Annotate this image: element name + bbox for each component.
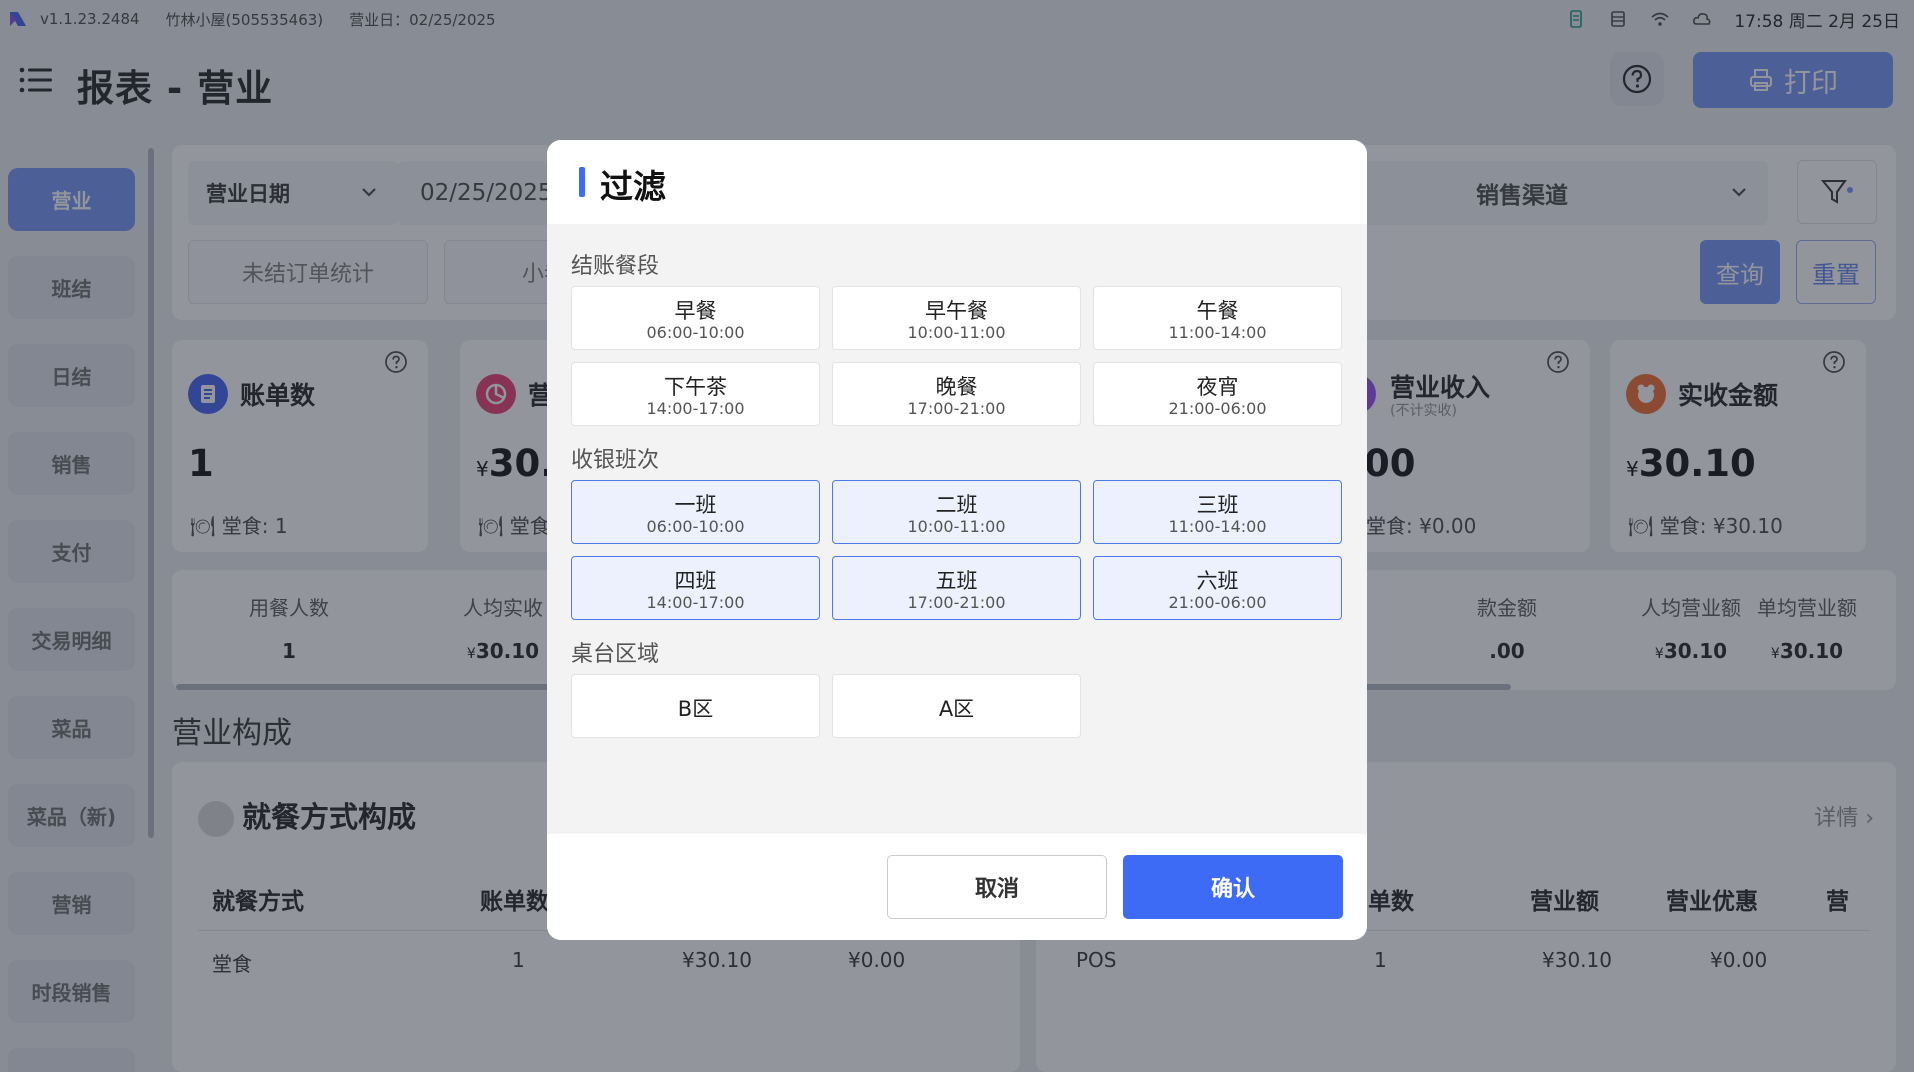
option-name: 早餐 bbox=[674, 299, 717, 323]
shift-option-5[interactable]: 五班 17:00-21:00 bbox=[832, 556, 1081, 620]
dialog-footer: 取消 确认 bbox=[547, 834, 1367, 940]
area-option-a[interactable]: A区 bbox=[832, 674, 1081, 738]
option-time: 17:00-21:00 bbox=[907, 399, 1006, 418]
option-time: 11:00-14:00 bbox=[1168, 517, 1267, 536]
option-name: 二班 bbox=[935, 493, 978, 517]
option-name: 早午餐 bbox=[925, 299, 988, 323]
option-time: 21:00-06:00 bbox=[1168, 593, 1267, 612]
area-option-b[interactable]: B区 bbox=[571, 674, 820, 738]
meal-option-breakfast[interactable]: 早餐 06:00-10:00 bbox=[571, 286, 820, 350]
shift-option-4[interactable]: 四班 14:00-17:00 bbox=[571, 556, 820, 620]
meal-option-dinner[interactable]: 晚餐 17:00-21:00 bbox=[832, 362, 1081, 426]
meal-option-brunch[interactable]: 早午餐 10:00-11:00 bbox=[832, 286, 1081, 350]
option-name: 一班 bbox=[674, 493, 717, 517]
shift-option-6[interactable]: 六班 21:00-06:00 bbox=[1093, 556, 1342, 620]
option-name: 五班 bbox=[935, 569, 978, 593]
confirm-button[interactable]: 确认 bbox=[1123, 855, 1343, 919]
option-time: 06:00-10:00 bbox=[646, 517, 745, 536]
option-time: 14:00-17:00 bbox=[646, 399, 745, 418]
option-name: 下午茶 bbox=[664, 375, 727, 399]
option-time: 14:00-17:00 bbox=[646, 593, 745, 612]
option-name: A区 bbox=[938, 697, 975, 721]
option-time: 06:00-10:00 bbox=[646, 323, 745, 342]
shift-option-2[interactable]: 二班 10:00-11:00 bbox=[832, 480, 1081, 544]
dialog-title: 过滤 bbox=[600, 167, 666, 206]
option-name: B区 bbox=[677, 697, 714, 721]
meal-option-late-night[interactable]: 夜宵 21:00-06:00 bbox=[1093, 362, 1342, 426]
option-name: 四班 bbox=[674, 569, 717, 593]
option-name: 六班 bbox=[1196, 569, 1239, 593]
filter-dialog: 过滤 结账餐段 早餐 06:00-10:00 早午餐 10:00-11:00 午餐 1… bbox=[547, 140, 1367, 940]
option-time: 10:00-11:00 bbox=[907, 517, 1006, 536]
option-time: 10:00-11:00 bbox=[907, 323, 1006, 342]
title-accent-bar bbox=[579, 167, 585, 197]
cancel-label: 取消 bbox=[974, 877, 1019, 902]
option-name: 午餐 bbox=[1196, 299, 1239, 323]
option-name: 三班 bbox=[1196, 493, 1239, 517]
option-name: 晚餐 bbox=[935, 375, 978, 399]
shift-option-1[interactable]: 一班 06:00-10:00 bbox=[571, 480, 820, 544]
option-time: 11:00-14:00 bbox=[1168, 323, 1267, 342]
option-time: 21:00-06:00 bbox=[1168, 399, 1267, 418]
option-name: 夜宵 bbox=[1196, 375, 1239, 399]
meal-option-afternoon-tea[interactable]: 下午茶 14:00-17:00 bbox=[571, 362, 820, 426]
confirm-label: 确认 bbox=[1210, 877, 1255, 902]
dialog-header: 过滤 bbox=[547, 140, 1367, 224]
table-area-label: 桌台区域 bbox=[571, 642, 660, 667]
option-time: 17:00-21:00 bbox=[907, 593, 1006, 612]
meal-option-lunch[interactable]: 午餐 11:00-14:00 bbox=[1093, 286, 1342, 350]
meal-period-label: 结账餐段 bbox=[571, 254, 660, 279]
cashier-shift-label: 收银班次 bbox=[571, 448, 660, 473]
shift-option-3[interactable]: 三班 11:00-14:00 bbox=[1093, 480, 1342, 544]
cancel-button[interactable]: 取消 bbox=[887, 855, 1107, 919]
